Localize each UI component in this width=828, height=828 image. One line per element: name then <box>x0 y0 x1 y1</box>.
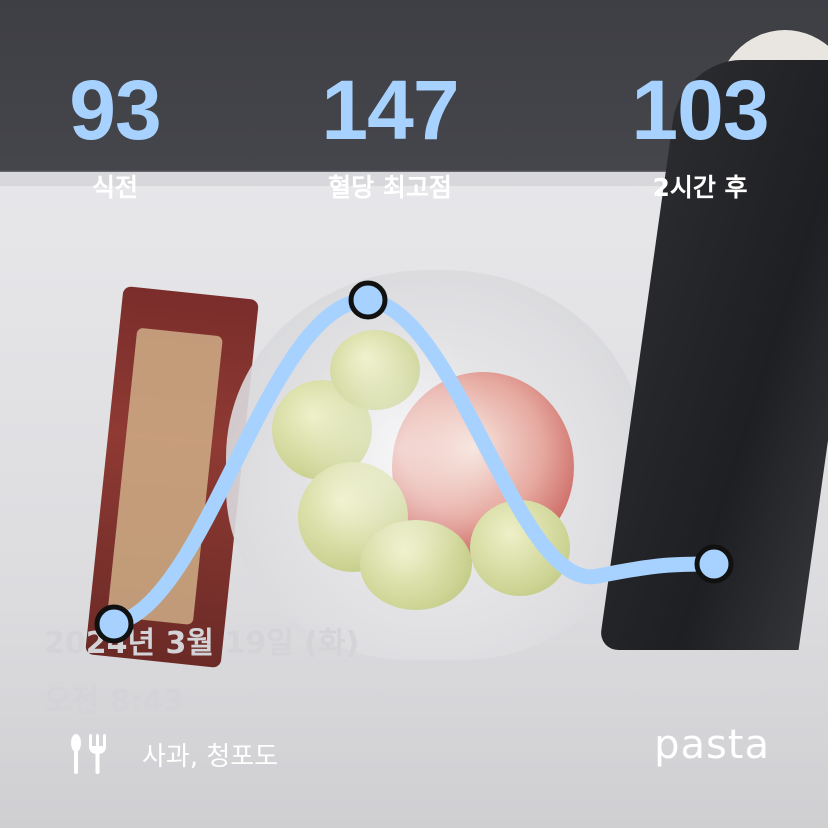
after-2h-marker <box>694 544 734 584</box>
glucose-curve-chart <box>94 280 734 644</box>
before-meal-marker <box>94 604 134 644</box>
meal-glucose-card: 93 식전 147 혈당 최고점 103 2시간 후 2024년 3월 19일 … <box>0 0 828 828</box>
peak-marker <box>348 280 388 320</box>
glucose-curve-line <box>106 292 722 632</box>
